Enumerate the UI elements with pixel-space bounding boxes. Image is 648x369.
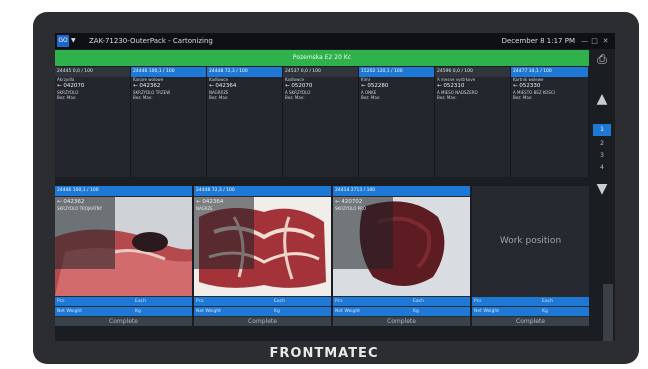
order-card[interactable]: 24446 100,1 / 100 Kanare wolowe ← 042362…	[131, 67, 207, 177]
complete-button[interactable]: Complete	[194, 317, 331, 326]
net-weight-field[interactable]: Net Weight Kg	[55, 307, 192, 316]
station-info: ← 042362 SKRZYDLO TROJKATNY	[55, 197, 115, 269]
order-code: ← 052330	[513, 83, 541, 89]
station-code: ← 042362	[57, 199, 85, 205]
complete-button[interactable]: Complete	[472, 317, 589, 326]
pcs-field[interactable]: Pcs Each	[194, 297, 331, 306]
minimize-button[interactable]: —	[580, 33, 589, 49]
station-header: 24448 72,3 / 100	[194, 186, 331, 196]
order-header: 24537 0,0 / 100	[283, 67, 358, 77]
order-card[interactable]: 24537 0,0 / 100 Kadlowce ← 052070 A SKRZ…	[283, 67, 359, 177]
pcs-field[interactable]: Pcs Each	[333, 297, 470, 306]
order-header: 24477 34,1 / 100	[511, 67, 588, 77]
order-limits: Bez: Max:	[437, 95, 457, 100]
app-screen: GO ▼ ZAK-71230-OuterPack - Cartonizing D…	[55, 33, 615, 341]
pcs-field[interactable]: Pcs Each	[472, 297, 589, 306]
page-2-button[interactable]: 2	[593, 138, 611, 150]
station-code: ← 042364	[196, 199, 224, 205]
work-position-label: Work position	[499, 236, 562, 246]
order-code: ← 042070	[57, 83, 85, 89]
order-limits: Bez: Max:	[513, 95, 533, 100]
complete-button[interactable]: Complete	[333, 317, 470, 326]
maximize-button[interactable]: □	[590, 33, 599, 49]
order-limits: Bez: Max:	[361, 95, 381, 100]
order-card[interactable]: 24448 72,3 / 100 Kadlowce ← 042364 NAGRR…	[207, 67, 283, 177]
station-header: 24446 100,1 / 100	[55, 186, 192, 196]
order-limits: Bez: Max:	[57, 95, 77, 100]
station-desc: SKRZYDLO TROJKATNY	[57, 206, 103, 211]
net-weight-field[interactable]: Net Weight Kg	[194, 307, 331, 316]
title-bar: GO ▼ ZAK-71230-OuterPack - Cartonizing D…	[55, 33, 615, 49]
order-limits: Bez: Max:	[133, 95, 153, 100]
order-header: 24446 100,1 / 100	[131, 67, 206, 77]
order-code: ← 042362	[133, 83, 161, 89]
scrollbar[interactable]	[603, 284, 613, 341]
net-weight-field[interactable]: Net Weight Kg	[333, 307, 470, 316]
order-code: ← 052310	[437, 83, 465, 89]
order-code: ← 052070	[285, 83, 313, 89]
order-code: ← 052280	[361, 83, 389, 89]
net-weight-field[interactable]: Net Weight Kg	[472, 307, 589, 316]
order-header: 24596 0,0 / 100	[435, 67, 510, 77]
station-card[interactable]: 24414 2713 / 100 ← 420702 SKRZYDLO PRO P…	[333, 186, 470, 326]
complete-button[interactable]: Complete	[55, 317, 192, 326]
order-card[interactable]: 24445 0,0 / 100 Akrzydla ← 042070 SKRZYD…	[55, 67, 131, 177]
go-button[interactable]: GO	[57, 35, 69, 47]
order-limits: Bez: Max:	[209, 95, 229, 100]
order-card[interactable]: 24477 34,1 / 100 Kartnik wolewe ← 052330…	[511, 67, 589, 177]
station-area: 24446 100,1 / 100 ← 042362 SKRZYDLO TROJ…	[55, 186, 589, 326]
station-card[interactable]: 24446 100,1 / 100 ← 042362 SKRZYDLO TROJ…	[55, 186, 192, 326]
order-header: 24448 72,3 / 100	[207, 67, 282, 77]
close-button[interactable]: ✕	[601, 33, 610, 49]
brand-logo: FRONTMATEC	[269, 346, 379, 361]
scroll-up-icon[interactable]: ▲	[592, 89, 612, 109]
pcs-field[interactable]: Pcs Each	[55, 297, 192, 306]
station-card[interactable]: Work position Pcs Each Net Weight Kg Com…	[472, 186, 589, 326]
order-card[interactable]: 15202 120,1 / 100 Kimr ← 052280 A ONKE B…	[359, 67, 435, 177]
station-desc: SKRZYDLO PRO	[335, 206, 367, 211]
station-info: ← 420702 SKRZYDLO PRO	[333, 197, 393, 269]
order-header: 24445 0,0 / 100	[55, 67, 130, 77]
station-code: ← 420702	[335, 199, 363, 205]
station-desc: NAGRZE	[196, 206, 213, 211]
scroll-down-icon[interactable]: ▼	[592, 179, 612, 199]
order-card[interactable]: 24596 0,0 / 100 A mesne vystrkove ← 0523…	[435, 67, 511, 177]
station-header: 24414 2713 / 100	[333, 186, 470, 196]
clock-date: December 8 1:17 PM	[501, 37, 575, 45]
printer-icon[interactable]: ⎙	[594, 51, 610, 67]
side-panel: ⎙ ▲ 1 2 3 4 ▼	[589, 49, 615, 341]
station-info: ← 042364 NAGRZE	[194, 197, 254, 269]
order-limits: Bez: Max:	[285, 95, 305, 100]
station-card[interactable]: 24448 72,3 / 100 ← 042364 NAGRZE Pcs Eac…	[194, 186, 331, 326]
order-header: 15202 120,1 / 100	[359, 67, 434, 77]
order-code: ← 042364	[209, 83, 237, 89]
status-banner: Pozemska E2 20 Kc	[55, 50, 589, 66]
page-4-button[interactable]: 4	[593, 162, 611, 174]
page-1-button[interactable]: 1	[593, 124, 611, 136]
window-title: ZAK-71230-OuterPack - Cartonizing	[89, 37, 213, 45]
order-strip: 24445 0,0 / 100 Akrzydla ← 042070 SKRZYD…	[55, 67, 589, 177]
page-3-button[interactable]: 3	[593, 150, 611, 162]
chevron-down-icon[interactable]: ▼	[71, 33, 76, 49]
